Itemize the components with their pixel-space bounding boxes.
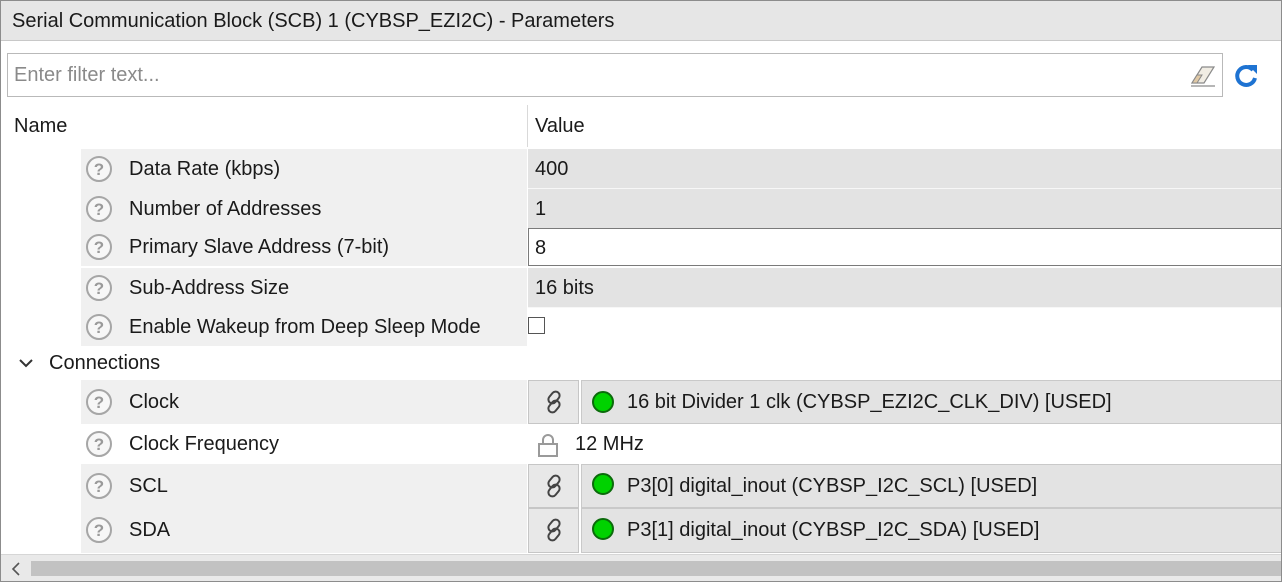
connection-row-scl: ? SCL P3[0] digital_inout (CYBSP_I2C_SCL… xyxy=(1,464,1281,508)
status-indicator xyxy=(592,518,614,540)
param-value[interactable]: 16 bits xyxy=(535,268,594,308)
connection-label: Clock xyxy=(129,391,180,413)
panel-title: Serial Communication Block (SCB) 1 (CYBS… xyxy=(1,1,1281,41)
help-icon[interactable]: ? xyxy=(86,517,112,543)
param-value-cell[interactable] xyxy=(528,189,1281,229)
param-label: Enable Wakeup from Deep Sleep Mode xyxy=(129,316,481,338)
param-row-data-rate: ? Data Rate (kbps) 400 xyxy=(1,149,1281,189)
horizontal-scrollbar[interactable] xyxy=(1,554,1281,581)
chevron-down-icon[interactable] xyxy=(17,346,35,380)
lock-icon xyxy=(538,434,558,457)
refresh-icon[interactable] xyxy=(1231,61,1261,91)
parameters-panel: Serial Communication Block (SCB) 1 (CYBS… xyxy=(0,0,1282,582)
param-value[interactable]: 8 xyxy=(535,228,546,268)
connections-group-label[interactable]: Connections xyxy=(49,346,160,380)
connections-group: Connections xyxy=(1,346,1281,380)
param-value[interactable]: 400 xyxy=(535,149,568,189)
connection-row-clock-frequency: ? Clock Frequency 12 MHz xyxy=(1,424,1281,464)
param-row-primary-slave-address: ? Primary Slave Address (7-bit) 8 xyxy=(1,228,1281,266)
help-icon[interactable]: ? xyxy=(86,389,112,415)
link-icon xyxy=(547,518,561,542)
connection-row-sda: ? SDA P3[1] digital_inout (CYBSP_I2C_SDA… xyxy=(1,508,1281,553)
help-icon[interactable]: ? xyxy=(86,431,112,457)
column-header-name[interactable]: Name xyxy=(14,105,67,147)
link-button[interactable] xyxy=(528,508,579,553)
param-row-enable-wakeup: ? Enable Wakeup from Deep Sleep Mode xyxy=(1,308,1281,346)
connection-value[interactable]: P3[0] digital_inout (CYBSP_I2C_SCL) [USE… xyxy=(627,464,1037,508)
param-label: Number of Addresses xyxy=(129,198,322,220)
param-value-cell[interactable] xyxy=(528,149,1281,189)
table-header: Name Value xyxy=(1,105,1281,147)
column-divider[interactable] xyxy=(527,105,528,147)
help-icon[interactable]: ? xyxy=(86,473,112,499)
param-label: Primary Slave Address (7-bit) xyxy=(129,236,390,258)
help-icon[interactable]: ? xyxy=(86,275,112,301)
status-indicator xyxy=(592,391,614,413)
primary-slave-address-input[interactable] xyxy=(528,228,1281,266)
connection-label: Clock Frequency xyxy=(129,433,280,455)
help-icon[interactable]: ? xyxy=(86,156,112,182)
connection-row-clock: ? Clock 16 bit Divider 1 clk (CYBSP_EZI2… xyxy=(1,380,1281,424)
filter-box xyxy=(7,53,1223,97)
connection-label: SDA xyxy=(129,519,171,541)
param-row-sub-address-size: ? Sub-Address Size 16 bits xyxy=(1,268,1281,308)
param-label: Sub-Address Size xyxy=(129,277,290,299)
connection-label: SCL xyxy=(129,475,168,497)
help-icon[interactable]: ? xyxy=(86,234,112,260)
enable-wakeup-checkbox[interactable] xyxy=(528,317,545,334)
scrollbar-thumb[interactable] xyxy=(31,561,1281,576)
clock-frequency-value: 12 MHz xyxy=(575,433,644,455)
link-icon xyxy=(547,390,561,414)
status-indicator xyxy=(592,473,614,495)
help-icon[interactable]: ? xyxy=(86,314,112,340)
connection-value[interactable]: P3[1] digital_inout (CYBSP_I2C_SDA) [USE… xyxy=(627,508,1039,553)
sub-address-size-select[interactable] xyxy=(528,268,1281,308)
link-icon xyxy=(547,474,561,498)
column-header-value[interactable]: Value xyxy=(535,105,585,147)
param-label: Data Rate (kbps) xyxy=(129,158,281,180)
help-icon[interactable]: ? xyxy=(86,196,112,222)
link-button[interactable] xyxy=(528,464,579,508)
param-row-number-of-addresses: ? Number of Addresses 1 xyxy=(1,189,1281,229)
eraser-icon[interactable] xyxy=(1188,63,1218,89)
connection-value[interactable]: 16 bit Divider 1 clk (CYBSP_EZI2C_CLK_DI… xyxy=(627,380,1112,424)
param-value[interactable]: 1 xyxy=(535,189,546,229)
scroll-left-icon[interactable] xyxy=(9,559,23,579)
link-button[interactable] xyxy=(528,380,579,424)
filter-input[interactable] xyxy=(8,54,1178,96)
